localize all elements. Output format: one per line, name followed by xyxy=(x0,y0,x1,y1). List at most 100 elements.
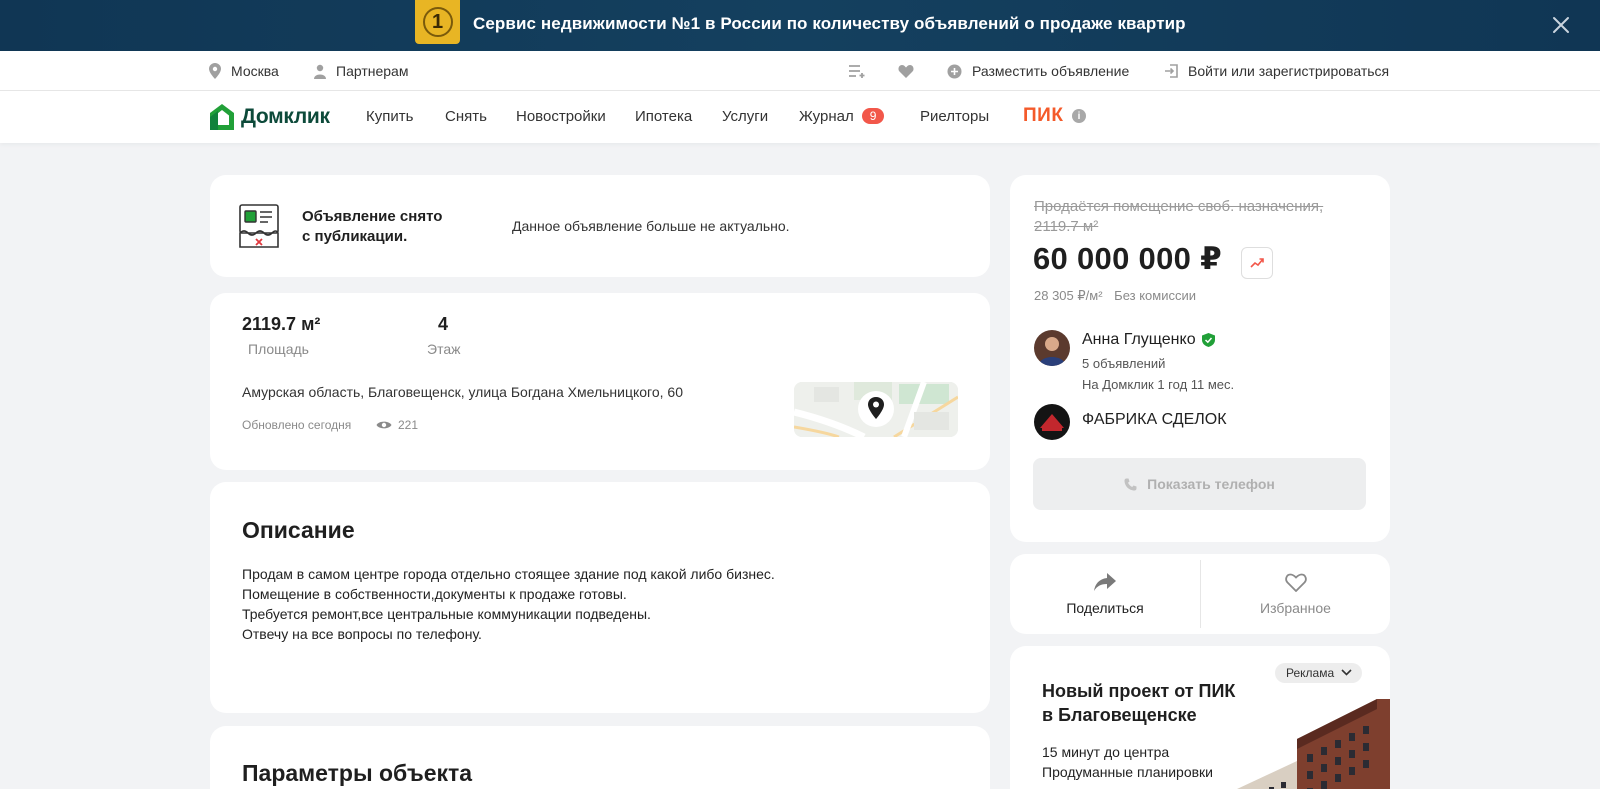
price-value: 60 000 000 ₽ xyxy=(1033,241,1222,276)
utility-bar: Москва Партнерам Разместить объявление В… xyxy=(0,51,1600,91)
nav-mortgage[interactable]: Ипотека xyxy=(635,108,692,125)
eye-icon xyxy=(376,421,392,429)
ad-label[interactable]: Реклама xyxy=(1275,663,1363,683)
trend-up-icon xyxy=(1250,258,1264,268)
agency-name[interactable]: ФАБРИКА СДЕЛОК xyxy=(1082,411,1227,429)
ad-text: 15 минут до центра Продуманные планировк… xyxy=(1042,742,1213,782)
ad-text-line2: Продуманные планировки xyxy=(1042,764,1213,780)
updated-label: Обновлено сегодня xyxy=(242,418,352,432)
favorite-label: Избранное xyxy=(1260,600,1331,616)
partners-label: Партнерам xyxy=(336,63,409,79)
old-title-line1: Продаётся помещение своб. назначения, xyxy=(1034,198,1324,215)
commission-label: Без комиссии xyxy=(1114,288,1196,303)
map-image xyxy=(794,382,958,437)
ad-title: Новый проект от ПИК в Благовещенске xyxy=(1042,679,1235,727)
ad-card[interactable]: Реклама Новый проект от ПИК в Благовещен… xyxy=(1010,646,1390,789)
ad-label-text: Реклама xyxy=(1286,666,1335,680)
show-phone-button[interactable]: Показать телефон xyxy=(1033,458,1366,510)
nav-new-buildings[interactable]: Новостройки xyxy=(516,108,606,125)
city-label: Москва xyxy=(231,63,279,79)
agency-logo-image xyxy=(1034,404,1070,440)
floor-label: Этаж xyxy=(427,341,461,357)
rank-badge: 1 xyxy=(415,0,460,44)
description-text: Продам в самом центре города отдельно ст… xyxy=(242,564,775,644)
post-ad-label: Разместить объявление xyxy=(972,63,1130,79)
laurel-icon: 1 xyxy=(422,7,453,37)
status-title-line1: Объявление снято xyxy=(302,208,443,225)
favorites-button[interactable] xyxy=(898,64,924,78)
city-selector[interactable]: Москва xyxy=(209,63,279,79)
person-icon xyxy=(314,64,326,79)
plus-circle-icon xyxy=(947,64,962,78)
views-value: 221 xyxy=(398,418,419,432)
price-per-m: 28 305 ₽/м² Без комиссии xyxy=(1034,288,1196,304)
agency-logo[interactable] xyxy=(1034,404,1070,440)
nav-services[interactable]: Услуги xyxy=(722,108,768,125)
compare-list-button[interactable] xyxy=(849,64,877,78)
share-button[interactable]: Поделиться xyxy=(1010,554,1200,634)
description-line: Требуется ремонт,все центральные коммуни… xyxy=(242,606,651,622)
nav-realtors[interactable]: Риелторы xyxy=(920,108,989,125)
close-icon[interactable] xyxy=(1550,14,1572,36)
logo-text: Домклик xyxy=(241,105,330,128)
main-nav: Домклик Купить Снять Новостройки Ипотека… xyxy=(0,91,1600,143)
actions-card: Поделиться Избранное xyxy=(1010,554,1390,634)
ad-text-line1: 15 минут до центра xyxy=(1042,744,1170,760)
chevron-down-icon xyxy=(1341,669,1352,676)
price-per-m-value: 28 305 ₽/м² xyxy=(1034,288,1103,303)
description-card: Описание Продам в самом центре города от… xyxy=(210,482,990,713)
agent-avatar[interactable] xyxy=(1034,330,1070,366)
old-title-line2: 2119.7 м² xyxy=(1034,218,1099,235)
pik-logo[interactable]: ПИК xyxy=(1023,105,1063,127)
location-pin-icon xyxy=(209,63,221,79)
agent-photo xyxy=(1034,330,1070,366)
status-card: Объявление снято с публикации. Данное об… xyxy=(210,175,990,277)
phone-icon xyxy=(1124,478,1137,490)
agent-name[interactable]: Анна Глущенко xyxy=(1082,331,1215,349)
agent-since: На Домклик 1 год 11 мес. xyxy=(1082,377,1235,392)
description-heading: Описание xyxy=(242,517,355,543)
status-message: Данное объявление больше не актуально. xyxy=(512,218,790,234)
ad-removed-icon xyxy=(239,204,279,248)
description-line: Продам в самом центре города отдельно ст… xyxy=(242,566,775,582)
floor-value: 4 xyxy=(438,314,449,334)
promo-banner: 1 Сервис недвижимости №1 в России по кол… xyxy=(0,0,1600,51)
post-ad-link[interactable]: Разместить объявление xyxy=(947,63,1129,79)
verified-shield-icon xyxy=(1201,333,1215,347)
description-line: Отвечу на все вопросы по телефону. xyxy=(242,626,482,642)
show-phone-label: Показать телефон xyxy=(1147,476,1275,492)
nav-journal[interactable]: Журнал 9 xyxy=(799,108,885,125)
nav-rent[interactable]: Снять xyxy=(445,108,487,125)
favorite-button[interactable]: Избранное xyxy=(1201,554,1390,634)
address: Амурская область, Благовещенск, улица Бо… xyxy=(242,384,683,400)
login-icon xyxy=(1165,64,1178,78)
info-icon[interactable]: i xyxy=(1072,109,1086,123)
list-add-icon xyxy=(849,65,865,78)
heart-icon xyxy=(898,65,914,78)
rank-number: 1 xyxy=(431,10,444,33)
banner-text: Сервис недвижимости №1 в России по колич… xyxy=(473,14,1186,33)
journal-badge: 9 xyxy=(861,108,885,124)
heart-outline-icon xyxy=(1285,573,1307,592)
partners-link[interactable]: Партнерам xyxy=(314,63,408,79)
area-label: Площадь xyxy=(248,341,309,357)
description-line: Помещение в собственности,документы к пр… xyxy=(242,586,627,602)
price-card: Продаётся помещение своб. назначения, 21… xyxy=(1010,175,1390,542)
info-card: 2119.7 м² Площадь 4 Этаж Амурская област… xyxy=(210,293,990,470)
nav-journal-label: Журнал xyxy=(799,108,854,125)
status-title-line2: с публикации. xyxy=(302,228,408,245)
map-thumbnail[interactable] xyxy=(794,382,958,437)
nav-buy[interactable]: Купить xyxy=(366,108,413,125)
params-card: Параметры объекта xyxy=(210,726,990,789)
params-heading: Параметры объекта xyxy=(242,760,473,786)
views-count: 221 xyxy=(376,418,418,432)
login-label: Войти или зарегистрироваться xyxy=(1188,63,1390,79)
status-title: Объявление снято с публикации. xyxy=(302,207,442,247)
price-history-button[interactable] xyxy=(1241,247,1273,279)
share-icon xyxy=(1094,573,1116,591)
logo-house-icon xyxy=(210,104,234,130)
login-link[interactable]: Войти или зарегистрироваться xyxy=(1164,63,1389,79)
agent-ads: 5 объявлений xyxy=(1082,356,1166,371)
agent-name-label: Анна Глущенко xyxy=(1082,331,1196,348)
logo[interactable]: Домклик xyxy=(209,103,330,131)
